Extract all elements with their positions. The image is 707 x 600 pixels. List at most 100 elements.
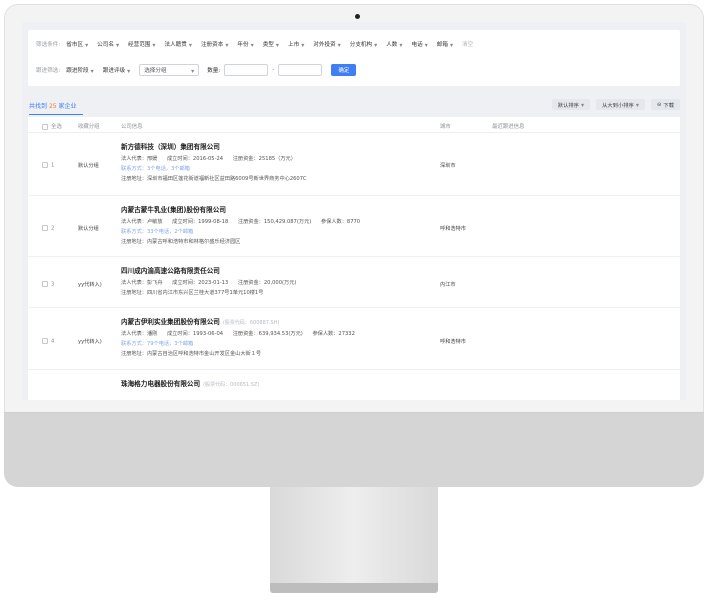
table-header: 全选 收藏分组 公司信息 城市 最近跟进信息: [28, 117, 680, 133]
table-row: 3 yy代转入) 四川成内渝高速公路有限责任公司 法人代表：彭飞舟 成立时间：2…: [28, 257, 680, 308]
chevron-down-icon: ▼: [250, 42, 254, 47]
select-all-checkbox[interactable]: [42, 123, 48, 130]
chevron-down-icon: ▼: [449, 42, 454, 47]
company-meta: 法人代表：彭飞舟 成立时间：2023-01-13 注册资金：20,000(万元): [121, 280, 297, 286]
filter-year[interactable]: 年份 ▼: [237, 40, 253, 48]
download-icon: ⊝: [656, 101, 662, 108]
row-select[interactable]: 4: [42, 338, 54, 345]
row-select[interactable]: 1: [42, 162, 54, 169]
table-row: 4 yy代转入) 内蒙古伊利实业集团股份有限公司 (股票代码：600887.SH)…: [28, 308, 680, 370]
company-address: 注册地址：四川省内江市东兴区兰桂大道377号1单元10楼1号: [121, 290, 264, 296]
screen: 筛选条件: 省市区 ▼ 公司名 ▼ 经营范围 ▼ 法人籍贯 ▼ 注册资本 ▼ 年份 ▼ 类型…: [22, 22, 686, 400]
company-meta: 法人代表：卢敏放 成立时间：1999-08-18 注册资金：150,429.08…: [121, 219, 361, 225]
contact-link[interactable]: 联系方式：3个电话，3个邮箱: [121, 165, 307, 172]
monitor-chin: [4, 412, 704, 487]
chevron-down-icon: ▼: [337, 42, 341, 47]
company-info: 四川成内渝高速公路有限责任公司 法人代表：彭飞舟 成立时间：2023-01-13…: [121, 265, 296, 296]
followup-filter-label: 跟进筛选:: [36, 68, 61, 74]
contact-link[interactable]: 联系方式：33个电话，2个邮箱: [121, 228, 360, 235]
filter-conditions-label: 筛选条件:: [36, 42, 61, 48]
confirm-button[interactable]: 确定: [331, 64, 357, 76]
count-label: 数量:: [207, 68, 221, 74]
filter-legal-origin[interactable]: 法人籍贯 ▼: [164, 40, 191, 48]
row-city: 深圳市: [440, 163, 456, 169]
filter-province[interactable]: 省市区 ▼: [66, 40, 88, 48]
filter-panel: 筛选条件: 省市区 ▼ 公司名 ▼ 经营范围 ▼ 法人籍贯 ▼ 注册资本 ▼ 年份 ▼ 类型…: [28, 30, 680, 86]
filter-branches[interactable]: 分支机构 ▼: [350, 40, 377, 48]
row-group: yy代转入): [78, 282, 102, 288]
chevron-down-icon: ▼: [424, 42, 428, 47]
clear-filters-link[interactable]: 清空: [462, 40, 473, 48]
chevron-down-icon: ▼: [152, 42, 156, 47]
table-row: 珠海格力电器股份有限公司 (股票代码：000651.SZ): [28, 370, 680, 400]
monitor-stand: [270, 487, 438, 585]
table-row: 1 默认分组 新方德科技（深圳）集团有限公司 法人代表：邢媛 成立时间：2016…: [28, 133, 680, 196]
chevron-down-icon: ▼: [399, 42, 403, 47]
company-meta: 法人代表：邢媛 成立时间：2016-05-24 注册资金：25185（万元）: [121, 156, 296, 162]
filter-headcount[interactable]: 人数 ▼: [386, 40, 402, 48]
chevron-down-icon: ▼: [90, 68, 94, 73]
filter-investment[interactable]: 对外投资 ▼: [313, 40, 340, 48]
filter-followup-rating[interactable]: 跟进评级 ▼: [103, 66, 130, 74]
chevron-down-icon: ▼: [635, 102, 639, 108]
filter-company-name[interactable]: 公司名 ▼: [97, 40, 119, 48]
company-address: 注册地址：内蒙古自治区呼和浩特市金山开发区金山大街１号: [121, 351, 262, 357]
company-name-link[interactable]: 珠海格力电器股份有限公司 (股票代码：000651.SZ): [121, 378, 259, 388]
result-count-tab[interactable]: 共找到 25 家企业: [29, 101, 77, 110]
chevron-down-icon: ▼: [191, 68, 195, 73]
row-group: yy代转入): [78, 339, 102, 345]
monitor-stand-foot: [270, 583, 438, 593]
sort-desc-button[interactable]: 从大到小排序 ▼: [596, 99, 645, 110]
row-city: 呼和浩特市: [440, 226, 466, 232]
sort-default-button[interactable]: 默认排序 ▼: [551, 99, 591, 110]
count-max-input[interactable]: [278, 64, 323, 76]
chevron-down-icon: ▼: [225, 42, 229, 47]
row-city: 内江市: [440, 282, 456, 288]
company-address: 注册地址：深圳市福田区莲花街道福新社区益田路6009号新世界商务中心2607C: [121, 176, 307, 182]
company-name-link[interactable]: 内蒙古伊利实业集团股份有限公司 (股票代码：600887.SH): [121, 316, 355, 326]
select-all[interactable]: 全选: [42, 122, 62, 130]
chevron-down-icon: ▼: [127, 68, 131, 73]
filter-registered-capital[interactable]: 注册资本 ▼: [201, 40, 228, 48]
stock-code: (股票代码：000651.SZ): [203, 382, 260, 388]
chevron-down-icon: ▼: [188, 42, 192, 47]
row-select[interactable]: 2: [42, 225, 54, 232]
result-actions: 默认排序 ▼ 从大到小排序 ▼ ⊝ 下载: [551, 99, 680, 110]
filter-email[interactable]: 邮箱 ▼: [437, 40, 453, 48]
chevron-down-icon: ▼: [275, 42, 279, 47]
company-info: 新方德科技（深圳）集团有限公司 法人代表：邢媛 成立时间：2016-05-24 …: [121, 141, 307, 182]
row-city: 呼和浩特市: [440, 339, 466, 345]
filter-type[interactable]: 类型 ▼: [263, 40, 279, 48]
company-info: 内蒙古蒙牛乳业(集团)股份有限公司 法人代表：卢敏放 成立时间：1999-08-…: [121, 204, 360, 245]
chevron-down-icon: ▼: [374, 42, 378, 47]
row-group: 默认分组: [78, 163, 99, 169]
filter-listed[interactable]: 上市 ▼: [288, 40, 304, 48]
group-select[interactable]: 选择分组 ▼: [139, 64, 200, 76]
table-row: 2 默认分组 内蒙古蒙牛乳业(集团)股份有限公司 法人代表：卢敏放 成立时间：1…: [28, 196, 680, 257]
chevron-down-icon: ▼: [301, 42, 305, 47]
row-select[interactable]: 3: [42, 281, 54, 288]
result-bar: 共找到 25 家企业 默认排序 ▼ 从大到小排序 ▼ ⊝ 下载: [22, 96, 686, 116]
chevron-down-icon: ▼: [85, 42, 89, 47]
filter-row-conditions: 筛选条件: 省市区 ▼ 公司名 ▼ 经营范围 ▼ 法人籍贯 ▼ 注册资本 ▼ 年份 ▼ 类型…: [36, 40, 482, 48]
company-table: 全选 收藏分组 公司信息 城市 最近跟进信息 1 默认分组 新方德科技（深圳）集…: [28, 117, 680, 400]
row-checkbox[interactable]: [42, 225, 48, 231]
row-checkbox[interactable]: [42, 281, 48, 287]
filter-followup-stage[interactable]: 跟进阶段 ▼: [66, 66, 93, 74]
stock-code: (股票代码：600887.SH): [222, 320, 280, 326]
row-checkbox[interactable]: [42, 162, 48, 168]
range-dash: -: [272, 67, 275, 73]
company-name-link[interactable]: 新方德科技（深圳）集团有限公司: [121, 141, 307, 151]
count-min-input[interactable]: [224, 64, 269, 76]
contact-link[interactable]: 联系方式：79个电话，3个邮箱: [121, 340, 355, 347]
camera-icon: [355, 14, 360, 19]
header-city: 城市: [440, 124, 451, 130]
row-checkbox[interactable]: [42, 338, 48, 344]
company-name-link[interactable]: 四川成内渝高速公路有限责任公司: [121, 265, 296, 275]
download-button[interactable]: ⊝ 下载: [650, 99, 680, 110]
filter-phone[interactable]: 电话 ▼: [411, 40, 427, 48]
header-group: 收藏分组: [78, 124, 100, 130]
filter-business-scope[interactable]: 经营范围 ▼: [128, 40, 155, 48]
company-name-link[interactable]: 内蒙古蒙牛乳业(集团)股份有限公司: [121, 204, 360, 214]
company-meta: 法人代表：潘刚 成立时间：1993-06-04 注册资金：639,934.53(…: [121, 331, 355, 337]
